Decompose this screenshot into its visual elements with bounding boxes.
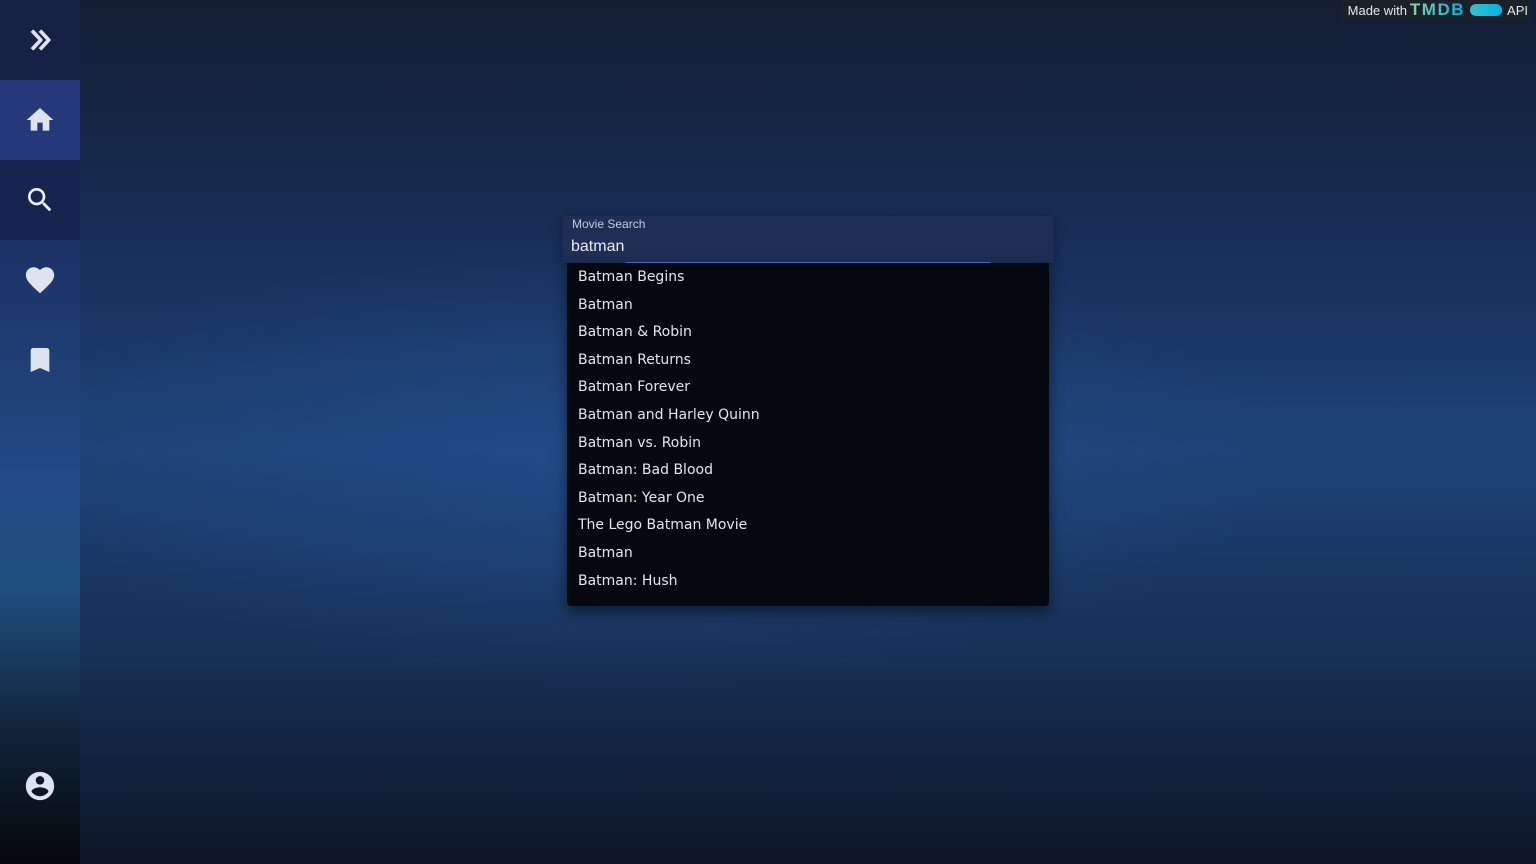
bookmark-icon [24, 344, 56, 376]
search-result-item[interactable]: Batman and Harley Quinn [567, 402, 1049, 430]
double-chevron-right-icon [25, 25, 55, 55]
sidebar [0, 0, 80, 864]
sidebar-item-favorites[interactable] [0, 240, 80, 320]
home-icon [24, 104, 56, 136]
search-result-item[interactable]: Batman: Hush [567, 568, 1049, 596]
sidebar-item-account[interactable] [0, 746, 80, 826]
search-result-item[interactable]: Batman [567, 540, 1049, 568]
search-field-label: Movie Search [572, 217, 646, 231]
movie-search-field[interactable]: Movie Search [562, 216, 1054, 264]
tmdb-logo: TMDB [1409, 0, 1466, 19]
tmdb-pill-logo [1470, 4, 1503, 16]
search-result-item[interactable]: Batman [567, 292, 1049, 320]
badge-suffix: API [1507, 2, 1528, 18]
search-result-item[interactable]: Batman Begins [567, 264, 1049, 292]
sidebar-item-watchlist[interactable] [0, 320, 80, 400]
search-result-item[interactable]: Batman Returns [567, 347, 1049, 375]
sidebar-expand-button[interactable] [0, 0, 80, 80]
search-result-item[interactable]: Batman vs. Robin [567, 430, 1049, 458]
search-icon [24, 184, 56, 216]
search-results-dropdown: Batman Begins Batman Batman & Robin Batman … [567, 263, 1049, 606]
search-input[interactable] [571, 236, 1031, 258]
search-result-item[interactable]: The Lego Batman Movie [567, 512, 1049, 540]
sidebar-item-home[interactable] [0, 80, 80, 160]
sidebar-item-search[interactable] [0, 160, 80, 240]
search-result-item[interactable]: Batman: Year One [567, 485, 1049, 513]
search-results-list: Batman Begins Batman Batman & Robin Batman … [567, 264, 1049, 595]
account-circle-icon [23, 769, 57, 803]
search-result-item[interactable]: Batman & Robin [567, 319, 1049, 347]
badge-prefix: Made with [1347, 2, 1407, 18]
search-result-item[interactable]: Batman Forever [567, 374, 1049, 402]
heart-icon [23, 263, 57, 297]
tmdb-attribution-badge[interactable]: Made with TMDB API [1341, 0, 1530, 20]
search-result-item[interactable]: Batman: Bad Blood [567, 457, 1049, 485]
